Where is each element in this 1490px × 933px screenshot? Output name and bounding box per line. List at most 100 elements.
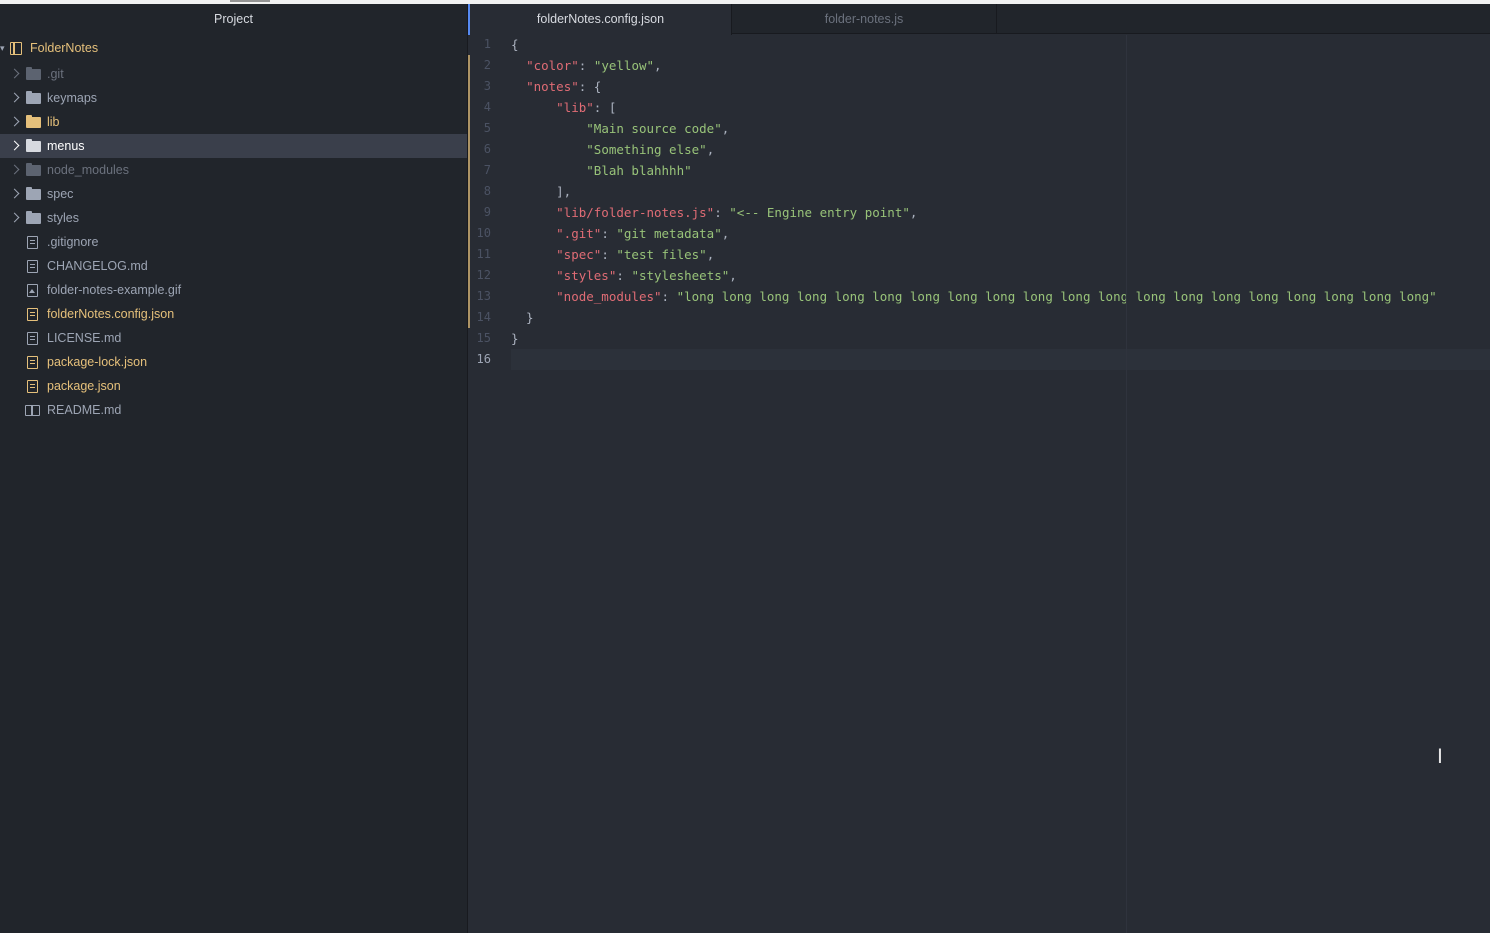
code-line[interactable]: "spec": "test files", (511, 244, 1490, 265)
tree-item-git[interactable]: .git (0, 62, 467, 86)
json-string: "Main source code" (586, 121, 722, 136)
json-punctuation: : (578, 58, 594, 73)
tree-item-menus[interactable]: menus (0, 134, 467, 158)
tree-item-foldernotes-config-json[interactable]: folderNotes.config.json (0, 302, 467, 326)
json-punctuation: , (721, 121, 730, 136)
chevron-right-icon (9, 164, 20, 175)
folder-icon (26, 115, 41, 128)
line-number: 13 (468, 286, 504, 307)
tree-item-label: LICENSE.md (47, 331, 122, 345)
file-text-icon (27, 260, 38, 273)
tree-item-label: .gitignore (47, 235, 99, 249)
json-punctuation (511, 100, 556, 115)
json-punctuation: : [ (593, 100, 617, 115)
json-key: "styles" (556, 268, 617, 283)
file-text-icon (27, 308, 38, 321)
chevron-right-icon (9, 140, 20, 151)
json-punctuation: : (616, 268, 632, 283)
file-text-icon (27, 356, 38, 369)
tree-item-label: menus (47, 139, 85, 153)
code-line[interactable]: "Main source code", (511, 118, 1490, 139)
line-number: 12 (468, 265, 504, 286)
json-string: "yellow" (593, 58, 655, 73)
tree-item-label: .git (47, 67, 64, 81)
json-punctuation: ], (511, 184, 572, 199)
tree-header: Project (214, 12, 253, 26)
top-strip-mark (230, 0, 270, 2)
line-number: 4 (468, 97, 504, 118)
code-line[interactable]: } (511, 328, 1490, 349)
line-number: 1 (483, 37, 491, 51)
json-punctuation (511, 121, 586, 136)
code-line[interactable]: "lib/folder-notes.js": "<-- Engine entry… (511, 202, 1490, 223)
folder-icon (26, 139, 41, 152)
code-line[interactable]: } (511, 307, 1490, 328)
json-key: "lib" (556, 100, 594, 115)
code-line[interactable]: "notes": { (511, 76, 1490, 97)
tab-folder-notes-js[interactable]: folder-notes.js (732, 4, 997, 34)
chevron-right-icon (9, 92, 20, 103)
tree-root-folder[interactable]: ▾ FolderNotes (0, 34, 467, 62)
json-punctuation: } (511, 310, 534, 325)
tree-item-styles[interactable]: styles (0, 206, 467, 230)
code-line[interactable]: { (511, 34, 1490, 55)
tree-item-keymaps[interactable]: keymaps (0, 86, 467, 110)
tree-item-license-md[interactable]: LICENSE.md (0, 326, 467, 350)
json-punctuation (511, 163, 586, 178)
tab-label: folder-notes.js (824, 12, 904, 26)
tab-foldernotes-config[interactable]: folderNotes.config.json (468, 4, 732, 35)
tree-item-label: folderNotes.config.json (47, 307, 175, 321)
code-line[interactable]: ], (511, 181, 1490, 202)
json-punctuation (511, 142, 586, 157)
code-line[interactable]: "styles": "stylesheets", (511, 265, 1490, 286)
tree-item-label: node_modules (47, 163, 130, 177)
editor-pane[interactable]: folderNotes.config.json folder-notes.js … (468, 4, 1490, 933)
chevron-right-icon (9, 116, 20, 127)
tab-bar: folderNotes.config.json folder-notes.js (468, 4, 1490, 35)
line-number: 8 (468, 181, 504, 202)
tree-item-folder-notes-example-gif[interactable]: folder-notes-example.gif (0, 278, 467, 302)
code-line[interactable]: "node_modules": "long long long long lon… (511, 286, 1490, 307)
code-line[interactable]: "Blah blahhhh" (511, 160, 1490, 181)
line-number: 11 (468, 244, 504, 265)
tree-item-label: spec (47, 187, 74, 201)
tree-item-gitignore[interactable]: .gitignore (0, 230, 467, 254)
json-key: "spec" (556, 247, 602, 262)
line-number: 16 (476, 352, 491, 366)
tree-item-package-lock-json[interactable]: package-lock.json (0, 350, 467, 374)
tree-item-node-modules[interactable]: node_modules (0, 158, 467, 182)
line-number-gutter[interactable]: 1 2 3 4 5 6 7 8 9 10 11 12 13 14 15 16 (468, 34, 504, 370)
chevron-right-icon (9, 188, 20, 199)
folder-icon (26, 67, 41, 80)
json-key: "lib/folder-notes.js" (556, 205, 715, 220)
tree-list: .git keymaps lib menus node_modulesspec style… (0, 62, 467, 422)
code-line[interactable]: ".git": "git metadata", (511, 223, 1490, 244)
book-icon (25, 405, 40, 416)
json-punctuation (511, 79, 526, 94)
line-number: 15 (476, 331, 491, 345)
chevron-right-icon (9, 68, 20, 79)
tree-item-changelog-md[interactable]: CHANGELOG.md (0, 254, 467, 278)
code-area[interactable]: { "color": "yellow", "notes": { "lib": [… (511, 34, 1490, 370)
json-punctuation (511, 226, 556, 241)
tree-item-spec[interactable]: spec (0, 182, 467, 206)
json-punctuation: : (601, 247, 617, 262)
json-punctuation: } (511, 331, 519, 346)
file-text-icon (27, 332, 38, 345)
file-text-icon (27, 236, 38, 249)
text-cursor-icon: Ⅰ (1437, 744, 1443, 768)
code-line[interactable]: "color": "yellow", (511, 55, 1490, 76)
tree-item-readme-md[interactable]: README.md (0, 398, 467, 422)
json-punctuation: : (661, 289, 677, 304)
json-punctuation: , (909, 205, 918, 220)
code-line[interactable] (511, 349, 1490, 370)
folder-icon (26, 91, 41, 104)
line-number: 9 (468, 202, 504, 223)
tree-item-package-json[interactable]: package.json (0, 374, 467, 398)
code-line[interactable]: "lib": [ (511, 97, 1490, 118)
tree-item-lib[interactable]: lib (0, 110, 467, 134)
folder-icon (26, 211, 41, 224)
json-key: "color" (526, 58, 579, 73)
code-line[interactable]: "Something else", (511, 139, 1490, 160)
folder-icon (26, 163, 41, 176)
